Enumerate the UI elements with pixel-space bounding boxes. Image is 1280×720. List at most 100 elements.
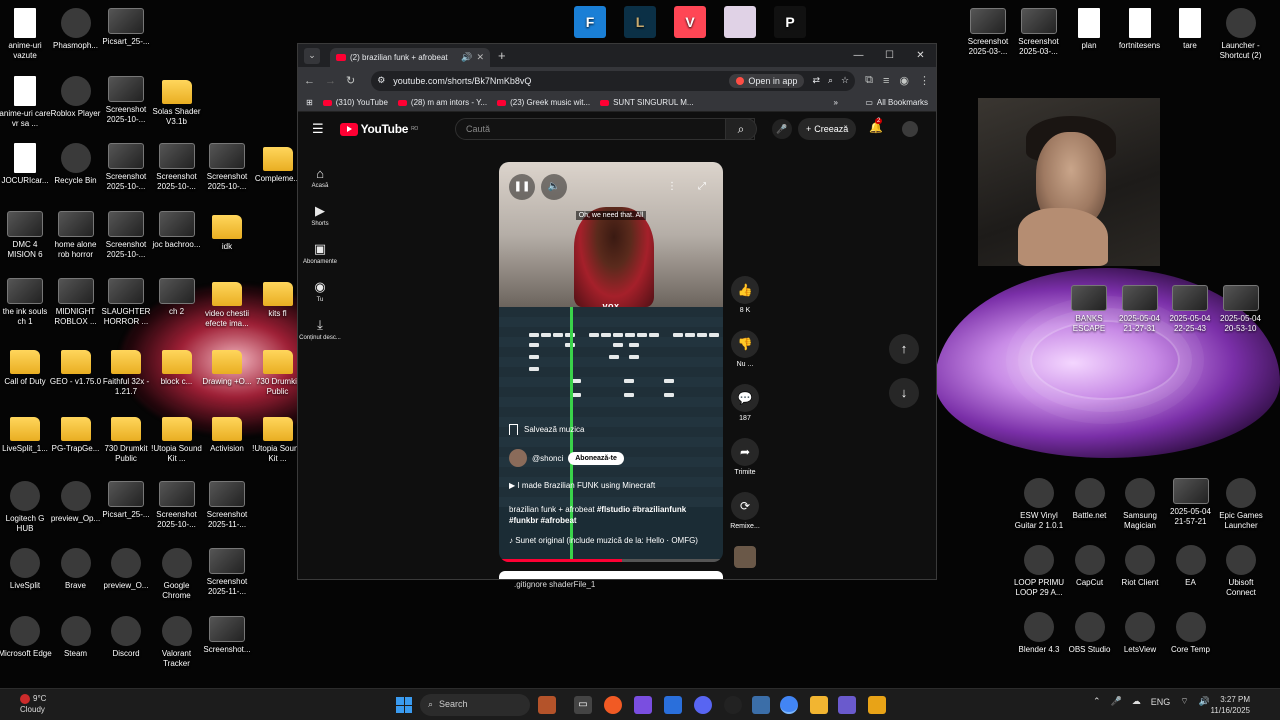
pause-icon[interactable]: ❚❚: [509, 174, 535, 200]
language-indicator[interactable]: ENG: [1151, 697, 1171, 707]
desktop-icon[interactable]: Screenshot 2025-10-...: [150, 480, 204, 530]
desktop-icon[interactable]: DMC 4 MISION 6: [0, 210, 52, 260]
translate-icon[interactable]: ⇄: [812, 75, 820, 86]
desktop-icon[interactable]: GEO - v1.75.0: [49, 346, 103, 387]
bookmark-star-icon[interactable]: ☆: [841, 75, 849, 86]
previous-short-icon[interactable]: ↑: [889, 334, 919, 364]
desktop-icon[interactable]: idk: [200, 211, 254, 252]
desktop-icon[interactable]: ch 2: [150, 278, 204, 317]
pinned-app-valorant-icon[interactable]: V: [663, 6, 717, 41]
desktop-icon[interactable]: ESW Vinyl Guitar 2 1.0.1: [1012, 478, 1066, 531]
desktop-icon[interactable]: Screenshot 2025-10-...: [99, 75, 153, 125]
close-tab-icon[interactable]: ✕: [476, 52, 484, 63]
extensions-icon[interactable]: ⧉: [865, 74, 873, 87]
youtube-logo[interactable]: YouTube RO: [339, 122, 418, 136]
speaker-icon[interactable]: 🔊: [461, 52, 472, 63]
clock[interactable]: 3:27 PM 11/16/2025: [1211, 694, 1250, 716]
media-icon[interactable]: ≡: [883, 75, 889, 87]
desktop-icon[interactable]: Roblox Player: [49, 75, 103, 119]
desktop-icon[interactable]: SLAUGHTER HORROR ...: [99, 278, 153, 327]
desktop-icon[interactable]: block c...: [150, 346, 204, 387]
remix-button[interactable]: ⟳ Remixe...: [730, 492, 760, 530]
sound-link[interactable]: ♪ Sunet original (include muzică de la: …: [509, 536, 713, 545]
url-text[interactable]: youtube.com/shorts/Bk7NmKb8vQ: [393, 76, 721, 86]
desktop-icon[interactable]: video chestii efecte ima...: [200, 278, 254, 329]
bookmark-item[interactable]: (310) YouTube: [322, 98, 388, 107]
dislike-button[interactable]: 👎 Nu ...: [730, 330, 760, 368]
start-button[interactable]: [396, 697, 412, 713]
save-music-button[interactable]: Salvează muzica: [509, 424, 713, 435]
task-view-icon[interactable]: ▭: [574, 696, 592, 714]
voice-search-icon[interactable]: 🎤: [772, 119, 792, 139]
desktop-icon[interactable]: Valorant Tracker: [150, 615, 204, 669]
channel-name[interactable]: @shonci: [532, 454, 563, 463]
bookmark-item[interactable]: (23) Greek music wit...: [497, 98, 590, 107]
desktop-icon[interactable]: OBS Studio: [1063, 612, 1117, 655]
linked-video[interactable]: ▶ I made Brazilian FUNK using Minecraft: [509, 481, 713, 490]
more-bookmarks-icon[interactable]: »: [834, 98, 838, 107]
pinned-app-anime-icon[interactable]: [713, 6, 767, 41]
desktop-icon[interactable]: LiveSplit_1...: [0, 413, 52, 454]
subscribe-button[interactable]: Abonează-te: [568, 451, 624, 465]
weather-widget[interactable]: 9°C Cloudy: [20, 693, 46, 715]
desktop-icon[interactable]: 2025-05-04 22-25-43: [1163, 285, 1217, 334]
like-button[interactable]: 👍 8 K: [730, 276, 760, 314]
all-bookmarks-button[interactable]: ▭ All Bookmarks: [865, 98, 928, 107]
desktop-icon[interactable]: Core Temp: [1164, 612, 1218, 655]
next-short-icon[interactable]: ↓: [889, 378, 919, 408]
tray-chevron-icon[interactable]: ⌃: [1093, 696, 1101, 707]
desktop-icon[interactable]: Screenshot 2025-10-...: [150, 143, 204, 192]
hamburger-menu-icon[interactable]: ☰: [312, 121, 324, 137]
desktop-icon[interactable]: CapCut: [1063, 545, 1117, 588]
calculator-icon[interactable]: [752, 696, 770, 714]
desktop-icon[interactable]: 2025-05-04 20-53-10: [1214, 285, 1268, 334]
desktop-icon[interactable]: EA: [1164, 545, 1218, 588]
forward-icon[interactable]: →: [325, 75, 336, 87]
desktop-icon[interactable]: Screenshot 2025-11-...: [200, 548, 254, 597]
back-icon[interactable]: ←: [304, 75, 315, 87]
desktop-icon[interactable]: LOOP PRIMU LOOP 29 A...: [1012, 545, 1066, 598]
desktop-icon[interactable]: anime-uri care vr sa ...: [0, 75, 52, 129]
desktop-icon[interactable]: Activision: [200, 413, 254, 454]
video-progress-bar[interactable]: [499, 559, 723, 562]
desktop-icon[interactable]: Screenshot 2025-10-...: [99, 143, 153, 192]
desktop-icon[interactable]: anime-uri vazute: [0, 8, 52, 61]
maximize-button[interactable]: ☐: [874, 44, 905, 67]
desktop-icon[interactable]: Screenshot 2025-03-...: [1012, 8, 1066, 57]
desktop-icon[interactable]: Battle.net: [1063, 478, 1117, 521]
desktop-icon[interactable]: Google Chrome: [150, 548, 204, 601]
desktop-icon[interactable]: Brave: [49, 548, 103, 591]
desktop-icon[interactable]: plan: [1062, 8, 1116, 51]
discord-icon[interactable]: [694, 696, 712, 714]
search-input[interactable]: Caută: [455, 118, 755, 140]
desktop-icon[interactable]: Faithful 32x - 1.21.7: [99, 346, 153, 397]
desktop-icon[interactable]: Solas Shader V3.1b: [150, 76, 204, 127]
desktop-icon[interactable]: 2025-05-04 21-57-21: [1164, 478, 1218, 527]
zoom-icon[interactable]: ⌕: [828, 75, 833, 86]
sidebar-item[interactable]: ▣ Abonamente: [298, 241, 342, 265]
cloud-icon[interactable]: ☁: [1132, 696, 1141, 707]
desktop-icon[interactable]: LetsView: [1113, 612, 1167, 655]
desktop-icon[interactable]: Ubisoft Connect: [1214, 545, 1268, 598]
create-button[interactable]: + Creează: [798, 118, 857, 140]
share-button[interactable]: ➦ Trimite: [730, 438, 760, 476]
desktop-icon[interactable]: Screenshot 2025-10-...: [99, 210, 153, 260]
open-in-app-button[interactable]: Open in app: [729, 73, 805, 88]
desktop-icon[interactable]: Screenshot 2025-03-...: [961, 8, 1015, 57]
desktop-icon[interactable]: Epic Games Launcher: [1214, 478, 1268, 531]
desktop-icon[interactable]: 2025-05-04 21-27-31: [1113, 285, 1167, 334]
file-explorer-icon[interactable]: [810, 696, 828, 714]
desktop-icon[interactable]: tare: [1163, 8, 1217, 51]
desktop-icon[interactable]: Samsung Magician: [1113, 478, 1167, 531]
desktop-icon[interactable]: Blender 4.3: [1012, 612, 1066, 655]
fl-studio-icon[interactable]: [868, 696, 886, 714]
desktop-icon[interactable]: Steam: [49, 615, 103, 659]
new-tab-button[interactable]: +: [498, 48, 506, 63]
shorts-player[interactable]: Oh, we need that. All ❚❚ 🔈 ⋮ ⤢ vox Salve…: [499, 162, 723, 562]
desktop-icon[interactable]: Call of Duty: [0, 346, 52, 387]
volume-tray-icon[interactable]: 🔊: [1199, 696, 1210, 707]
next-short-preview[interactable]: [499, 571, 723, 579]
wifi-icon[interactable]: ⌔: [1180, 696, 1188, 707]
tab-search-button[interactable]: ⌄: [304, 47, 320, 64]
site-info-icon[interactable]: ⚙: [377, 75, 385, 86]
